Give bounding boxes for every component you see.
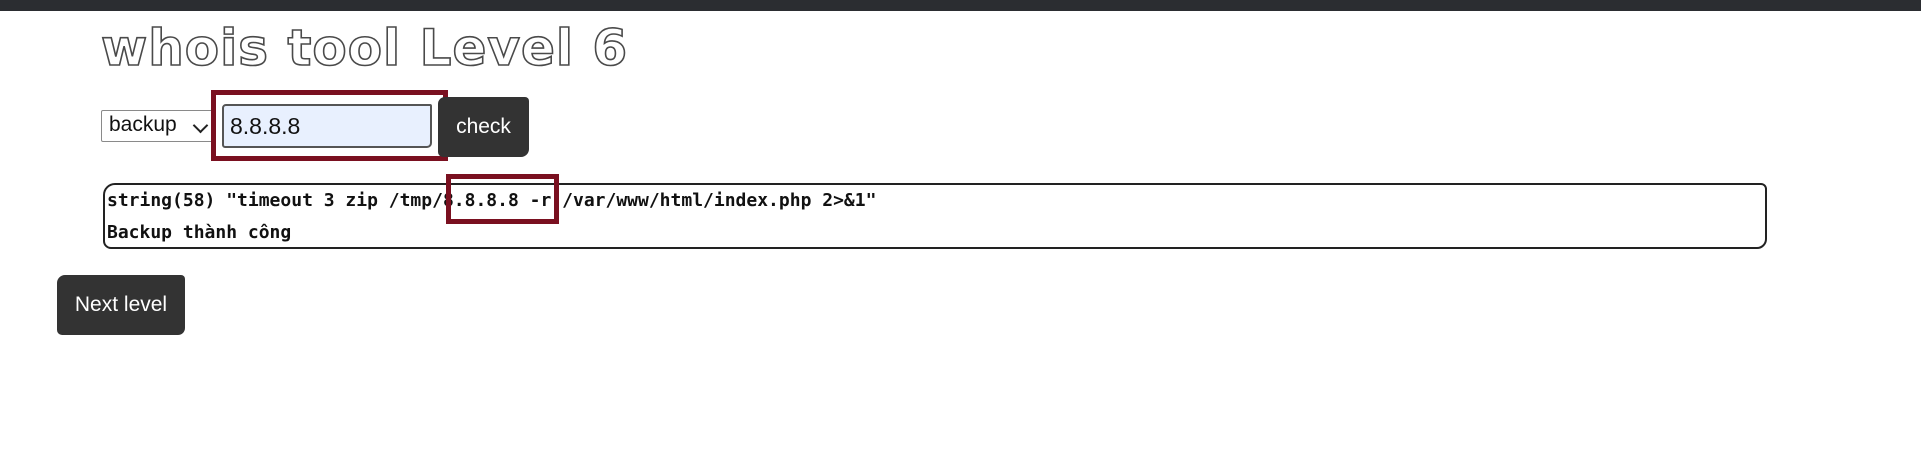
output-line-result: Backup thành công [107, 222, 292, 243]
page-title: whois tool Level 6 [100, 18, 629, 78]
chevron-down-icon [192, 117, 209, 134]
browser-top-strip [0, 0, 1921, 11]
command-output-box: string(58) "timeout 3 zip /tmp/8.8.8.8 -… [103, 183, 1767, 249]
action-select[interactable]: backup [101, 110, 213, 142]
input-highlight-box [211, 90, 448, 161]
action-select-value: backup [109, 113, 177, 136]
check-button[interactable]: check [438, 97, 529, 157]
next-level-button[interactable]: Next level [57, 275, 185, 335]
output-highlight-box [446, 174, 559, 224]
